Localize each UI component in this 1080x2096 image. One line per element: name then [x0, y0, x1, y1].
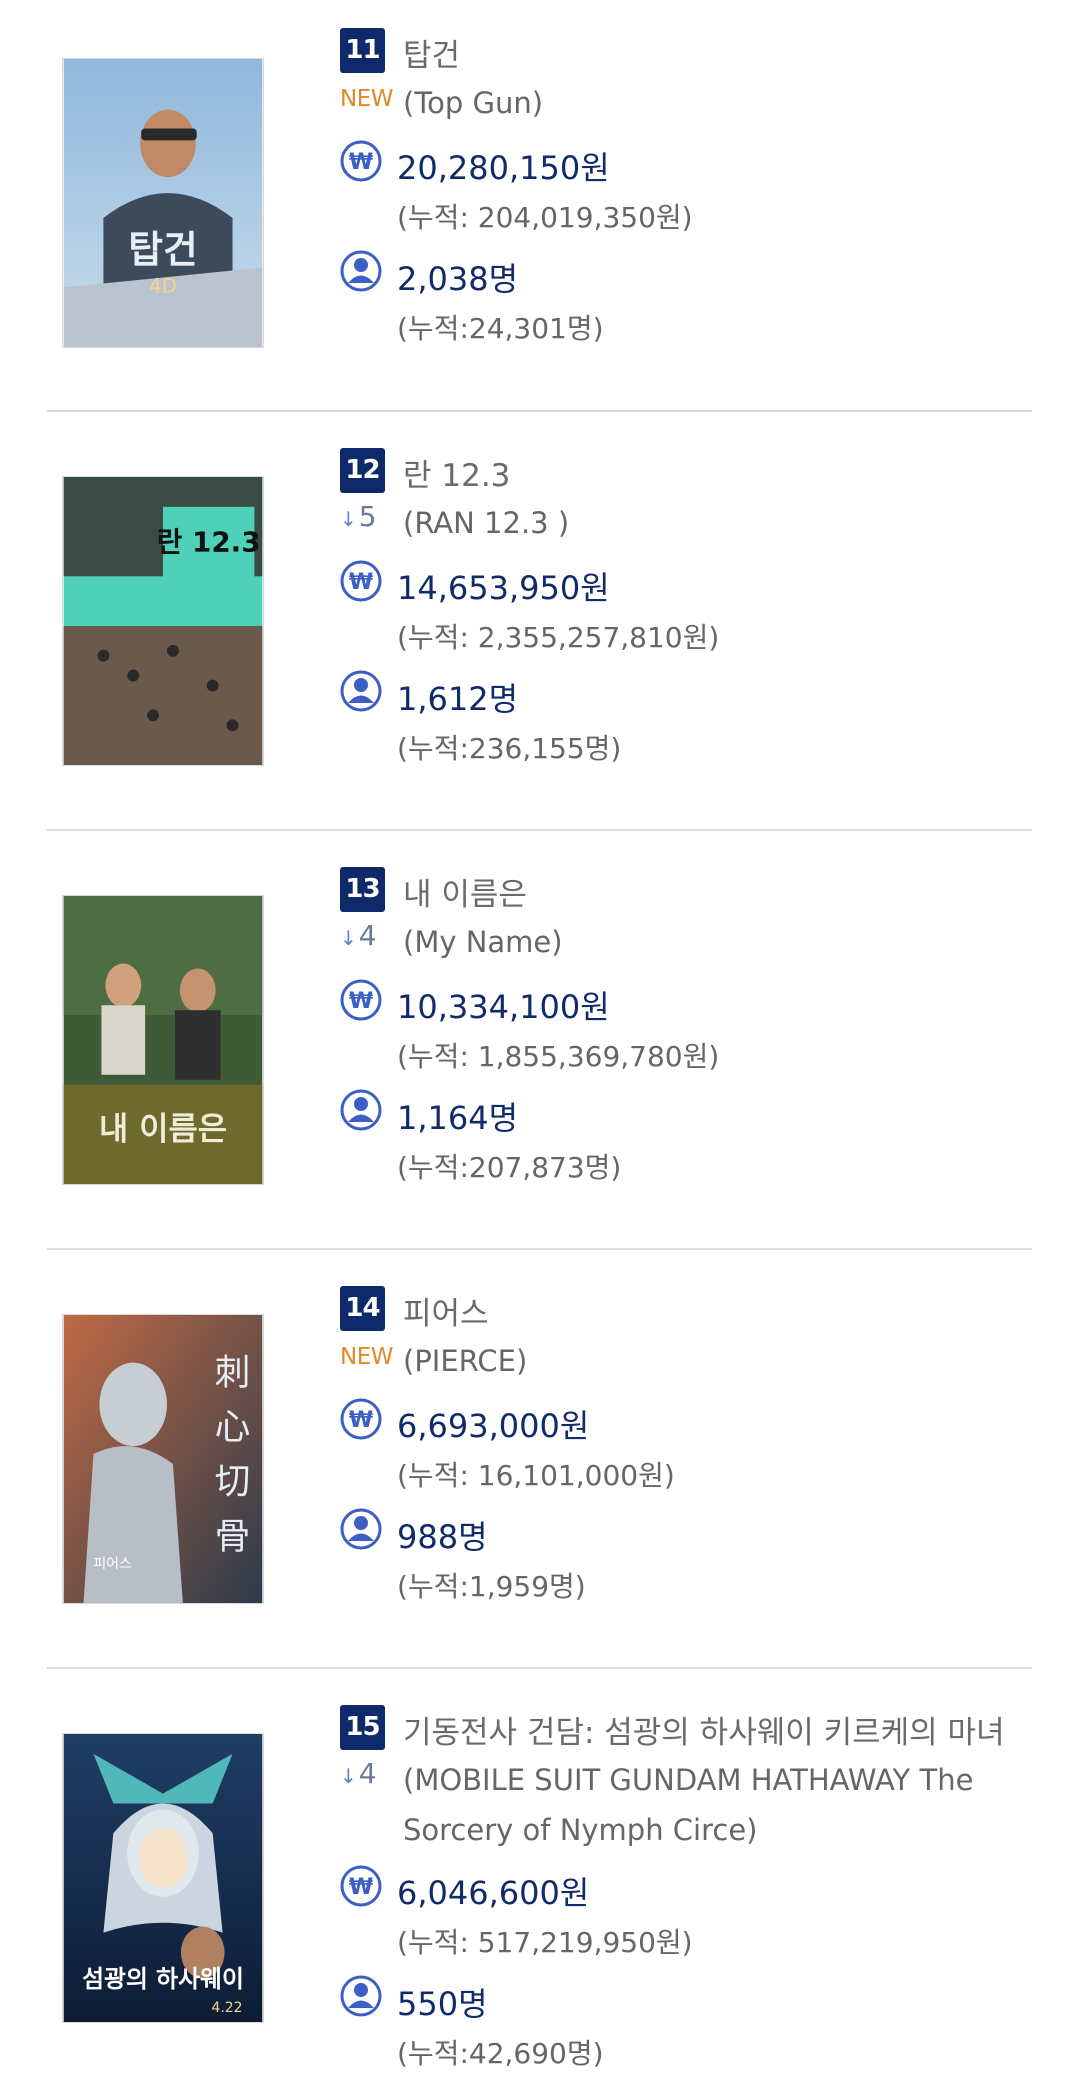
- down-arrow-icon: ↓: [340, 926, 357, 950]
- original-title: (PIERCE): [403, 1344, 528, 1378]
- person-circle-icon: [340, 1089, 382, 1131]
- movie-info: 14 피어스 NEW (PIERCE) ₩ 6,693,000원 (누적: 16…: [340, 1286, 1040, 1626]
- poster-image: 내 이름은: [63, 896, 263, 1184]
- movie-title[interactable]: 피어스: [403, 1288, 489, 1333]
- svg-text:피어스: 피어스: [93, 1556, 132, 1572]
- cumulative-audience: (누적:1,959명): [397, 1570, 586, 1603]
- won-circle-icon: ₩: [340, 560, 382, 602]
- poster-title-text: 섬광의 하사웨이: [82, 1965, 244, 1993]
- movie-poster[interactable]: 란 12.3: [62, 476, 264, 766]
- movie-item[interactable]: 내 이름은 13 내 이름은 ↓4 (My Name) ₩ 10,334,100…: [0, 831, 1080, 1250]
- movie-item[interactable]: 섬광의 하사웨이 4.22 15 기동전사 건담: 섬광의 하사웨이 키르케의 …: [0, 1669, 1080, 2096]
- poster-title-text: 란 12.3: [157, 525, 261, 558]
- cumulative-audience: (누적:24,301명): [397, 312, 604, 345]
- movie-poster[interactable]: 내 이름은: [62, 895, 264, 1185]
- movie-item[interactable]: 탑건 4D 11 탑건 NEW (Top Gun) ₩ 20,280,150원 …: [0, 0, 1080, 412]
- movie-title[interactable]: 란 12.3: [403, 450, 510, 495]
- movie-poster[interactable]: 탑건 4D: [62, 58, 264, 348]
- movie-item[interactable]: 란 12.3 12 란 12.3 ↓5 (RAN 12.3 ) ₩ 14,653…: [0, 412, 1080, 831]
- poster-image: 란 12.3: [63, 477, 263, 765]
- rank-badge: 11: [340, 28, 385, 73]
- daily-audience: 1,612명: [397, 680, 519, 718]
- movie-info: 13 내 이름은 ↓4 (My Name) ₩ 10,334,100원 (누적:…: [340, 867, 1040, 1207]
- movie-title[interactable]: 내 이름은: [403, 869, 527, 914]
- movie-poster[interactable]: 섬광의 하사웨이 4.22: [62, 1733, 264, 2023]
- rank-badge: 13: [340, 867, 385, 912]
- cumulative-revenue: (누적: 2,355,257,810원): [397, 621, 720, 654]
- movie-title[interactable]: 탑건: [403, 30, 460, 75]
- daily-audience: 550명: [397, 1985, 488, 2023]
- new-badge: NEW: [340, 86, 393, 112]
- daily-audience: 1,164명: [397, 1099, 519, 1137]
- svg-text:切: 切: [215, 1462, 251, 1503]
- daily-revenue: 6,693,000원: [397, 1407, 590, 1445]
- svg-text:心: 心: [215, 1407, 251, 1448]
- movie-info: 12 란 12.3 ↓5 (RAN 12.3 ) ₩ 14,653,950원 (…: [340, 448, 1040, 788]
- daily-audience: 2,038명: [397, 260, 519, 298]
- svg-text:₩: ₩: [349, 1408, 373, 1433]
- daily-audience: 988명: [397, 1518, 488, 1556]
- svg-text:₩: ₩: [349, 570, 373, 595]
- svg-text:刺: 刺: [215, 1353, 251, 1394]
- daily-revenue: 6,046,600원: [397, 1874, 590, 1912]
- down-arrow-icon: ↓: [340, 1764, 357, 1788]
- won-circle-icon: ₩: [340, 140, 382, 182]
- movie-info: 15 기동전사 건담: 섬광의 하사웨이 키르케의 마녀 ↓4 (MOBILE …: [340, 1705, 1040, 2095]
- svg-text:骨: 骨: [215, 1516, 251, 1557]
- cumulative-revenue: (누적: 16,101,000원): [397, 1459, 675, 1492]
- original-title: (My Name): [403, 925, 563, 959]
- rank-change: ↓5: [340, 500, 377, 533]
- cumulative-audience: (누적:236,155명): [397, 732, 622, 765]
- original-title: (RAN 12.3 ): [403, 506, 570, 540]
- cumulative-audience: (누적:42,690명): [397, 2037, 604, 2070]
- original-title: (MOBILE SUIT GUNDAM HATHAWAY The Sorcery…: [403, 1763, 974, 1847]
- svg-text:₩: ₩: [349, 1875, 373, 1900]
- poster-image: 섬광의 하사웨이 4.22: [63, 1734, 263, 2022]
- movie-poster[interactable]: 刺 心 切 骨 피어스: [62, 1314, 264, 1604]
- poster-title-text: 탑건: [128, 228, 197, 272]
- daily-revenue: 10,334,100원: [397, 988, 610, 1026]
- box-office-list: 탑건 4D 11 탑건 NEW (Top Gun) ₩ 20,280,150원 …: [0, 0, 1080, 2096]
- rank-change: ↓4: [340, 919, 377, 952]
- won-circle-icon: ₩: [340, 1398, 382, 1440]
- won-circle-icon: ₩: [340, 1865, 382, 1907]
- new-badge: NEW: [340, 1344, 393, 1370]
- poster-image: 탑건 4D: [63, 59, 263, 347]
- original-title: (Top Gun): [403, 86, 544, 120]
- person-circle-icon: [340, 250, 382, 292]
- movie-info: 11 탑건 NEW (Top Gun) ₩ 20,280,150원 (누적: 2…: [340, 28, 1040, 358]
- cumulative-audience: (누적:207,873명): [397, 1151, 622, 1184]
- won-circle-icon: ₩: [340, 979, 382, 1021]
- daily-revenue: 14,653,950원: [397, 569, 610, 607]
- down-arrow-icon: ↓: [340, 507, 357, 531]
- person-circle-icon: [340, 670, 382, 712]
- rank-change: ↓4: [340, 1757, 377, 1790]
- svg-text:4.22: 4.22: [212, 2000, 243, 2016]
- cumulative-revenue: (누적: 517,219,950원): [397, 1926, 693, 1959]
- person-circle-icon: [340, 1508, 382, 1550]
- person-circle-icon: [340, 1975, 382, 2017]
- rank-badge: 14: [340, 1286, 385, 1331]
- movie-item[interactable]: 刺 心 切 骨 피어스 14 피어스 NEW (PIERCE) ₩ 6,693,…: [0, 1250, 1080, 1669]
- poster-title-text: 내 이름은: [99, 1111, 227, 1147]
- cumulative-revenue: (누적: 1,855,369,780원): [397, 1040, 720, 1073]
- cumulative-revenue: (누적: 204,019,350원): [397, 201, 693, 234]
- svg-text:4D: 4D: [149, 274, 177, 297]
- poster-image: 刺 心 切 骨 피어스: [63, 1315, 263, 1603]
- movie-title[interactable]: 기동전사 건담: 섬광의 하사웨이 키르케의 마녀: [403, 1707, 1005, 1752]
- svg-text:₩: ₩: [349, 150, 373, 175]
- daily-revenue: 20,280,150원: [397, 149, 610, 187]
- svg-text:₩: ₩: [349, 989, 373, 1014]
- rank-badge: 15: [340, 1705, 385, 1750]
- rank-badge: 12: [340, 448, 385, 493]
